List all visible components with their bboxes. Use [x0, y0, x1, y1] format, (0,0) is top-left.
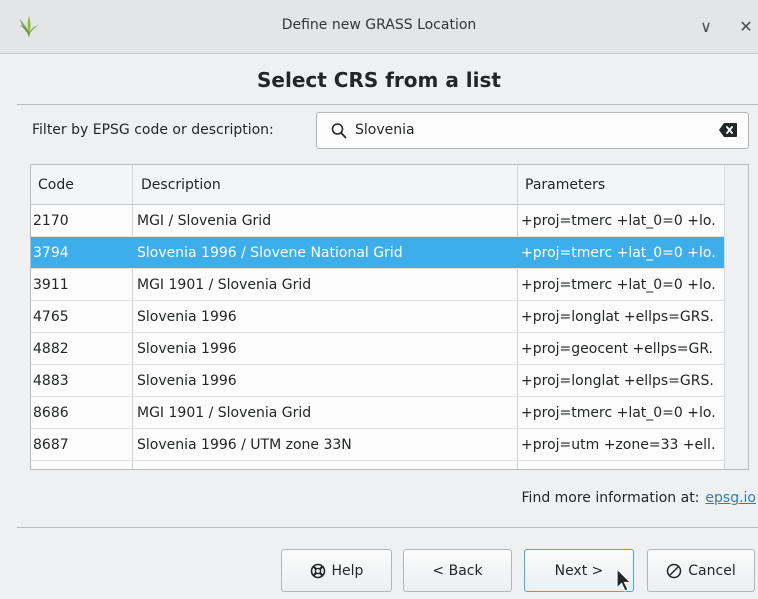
footer-divider	[17, 527, 758, 528]
cell-description: MGI / Slovenia Grid	[137, 213, 272, 229]
cancel-icon	[667, 563, 682, 578]
cell-description: Slovenia 1996	[137, 373, 237, 389]
cell-parameters: +proj=tmerc +lat_0=0 +lo.	[521, 213, 716, 229]
table-row[interactable]: 4883 Slovenia 1996 +proj=longlat +ellps=…	[31, 365, 725, 397]
search-input[interactable]: Slovenia	[316, 112, 749, 149]
more-info-text: Find more information at:	[521, 490, 700, 506]
crs-table[interactable]: Code Description Parameters 2170 MGI / S…	[30, 164, 749, 470]
filter-label: Filter by EPSG code or description:	[32, 122, 274, 138]
cell-parameters: +proj=utm +zone=33 +ell.	[521, 437, 716, 453]
cell-code: 2170	[33, 213, 69, 229]
cell-parameters: +proj=longlat +ellps=GRS.	[521, 373, 714, 389]
help-button[interactable]: Help	[281, 549, 392, 592]
mouse-cursor-icon	[616, 568, 632, 592]
cell-description: MGI 1901 / Slovenia Grid	[137, 277, 312, 293]
help-icon	[310, 563, 325, 578]
cell-description: Slovenia 1996 / Slovene National Grid	[137, 245, 403, 261]
table-row-selected[interactable]: 3794 Slovenia 1996 / Slovene National Gr…	[31, 237, 725, 269]
cell-code: 8686	[33, 405, 69, 421]
cell-code: 8687	[33, 437, 69, 453]
table-row[interactable]: 2170 MGI / Slovenia Grid +proj=tmerc +la…	[31, 205, 725, 237]
table-row[interactable]: 4765 Slovenia 1996 +proj=longlat +ellps=…	[31, 301, 725, 333]
cell-parameters: +proj=longlat +ellps=GRS.	[521, 309, 714, 325]
cell-code: 3794	[33, 245, 69, 261]
cell-parameters: +proj=tmerc +lat_0=0 +lo.	[521, 405, 716, 421]
back-button[interactable]: < Back	[403, 549, 512, 592]
cell-description: MGI 1901 / Slovenia Grid	[137, 405, 312, 421]
cancel-button[interactable]: Cancel	[647, 549, 755, 592]
page-title: Select CRS from a list	[257, 68, 501, 92]
cell-parameters: +proj=tmerc +lat_0=0 +lo.	[521, 245, 716, 261]
column-header-description[interactable]: Description	[141, 165, 221, 205]
cancel-label: Cancel	[688, 562, 736, 579]
cell-description: Slovenia 1996	[137, 341, 237, 357]
search-value[interactable]: Slovenia	[355, 122, 415, 138]
title-bar: Define new GRASS Location ∨ ✕	[0, 0, 758, 54]
more-info: Find more information at: epsg.io	[522, 490, 756, 506]
column-header-code[interactable]: Code	[38, 165, 74, 205]
cell-parameters: +proj=tmerc +lat_0=0 +lo.	[521, 277, 716, 293]
help-label: Help	[331, 562, 364, 579]
search-icon	[331, 123, 347, 139]
cell-code: 4882	[33, 341, 69, 357]
epsg-link[interactable]: epsg.io	[705, 490, 756, 506]
cell-description: Slovenia 1996	[137, 309, 237, 325]
window-title: Define new GRASS Location	[281, 17, 477, 33]
back-label: < Back	[432, 562, 483, 579]
clear-text-icon[interactable]	[719, 123, 737, 137]
table-row[interactable]: 4882 Slovenia 1996 +proj=geocent +ellps=…	[31, 333, 725, 365]
cell-code: 3911	[33, 277, 69, 293]
table-row[interactable]: 8687 Slovenia 1996 / UTM zone 33N +proj=…	[31, 429, 725, 461]
heading-divider	[17, 104, 758, 105]
table-row[interactable]: 3911 MGI 1901 / Slovenia Grid +proj=tmer…	[31, 269, 725, 301]
cell-description: Slovenia 1996 / UTM zone 33N	[137, 437, 352, 453]
vertical-scrollbar[interactable]	[724, 165, 748, 469]
close-button[interactable]: ✕	[736, 16, 756, 38]
table-row[interactable]: 8686 MGI 1901 / Slovenia Grid +proj=tmer…	[31, 397, 725, 429]
cell-parameters: +proj=geocent +ellps=GR.	[521, 341, 714, 357]
minimize-button[interactable]: ∨	[696, 16, 716, 38]
cell-code: 4765	[33, 309, 69, 325]
cell-code: 4883	[33, 373, 69, 389]
table-header: Code Description Parameters	[31, 165, 725, 205]
next-label: Next >	[554, 562, 604, 579]
column-header-parameters[interactable]: Parameters	[525, 165, 605, 205]
